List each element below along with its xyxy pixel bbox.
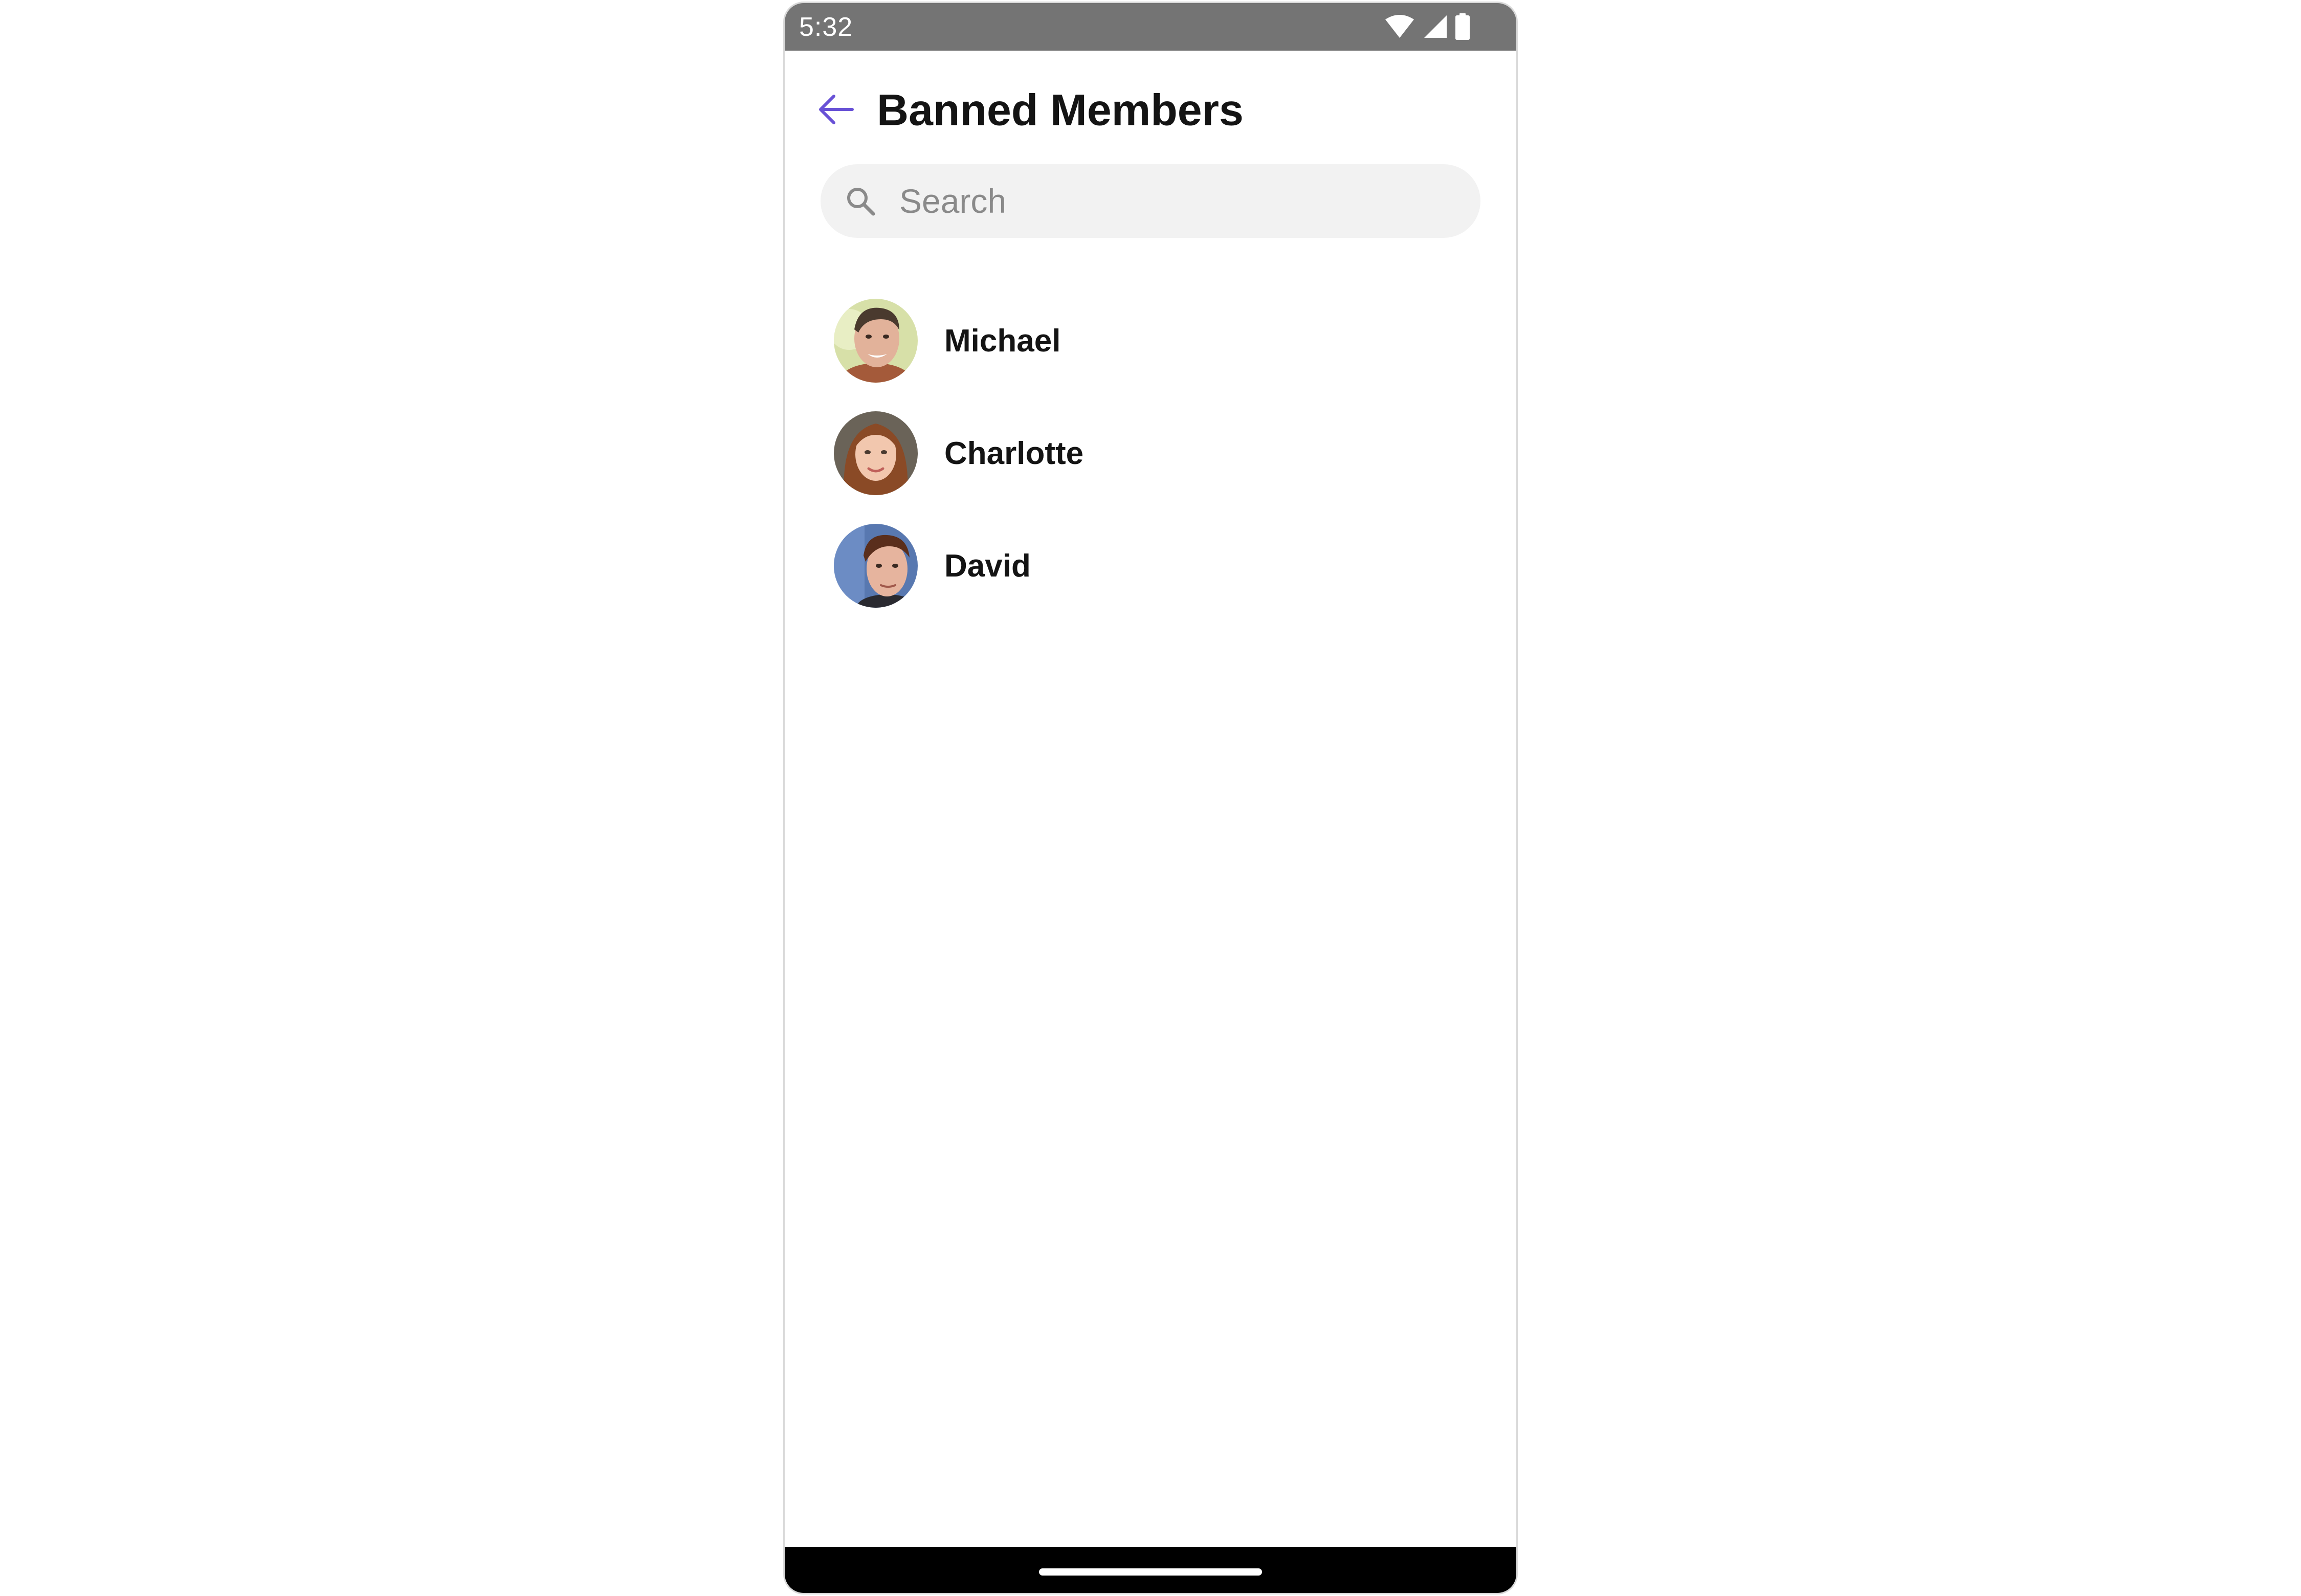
cellular-signal-icon bbox=[1422, 14, 1448, 39]
battery-icon bbox=[1455, 13, 1470, 40]
home-indicator[interactable] bbox=[1039, 1568, 1262, 1576]
member-name: David bbox=[944, 548, 1031, 584]
avatar-michael bbox=[834, 299, 918, 383]
member-name: Charlotte bbox=[944, 435, 1084, 471]
status-bar: 5:32 bbox=[785, 3, 1516, 51]
header: Banned Members bbox=[785, 80, 1516, 141]
search-icon bbox=[843, 184, 878, 218]
avatar-charlotte bbox=[834, 411, 918, 495]
page-title: Banned Members bbox=[877, 85, 1244, 135]
phone-frame: 5:32 Banned Members Search Michael Charl… bbox=[783, 2, 1518, 1594]
member-name: Michael bbox=[944, 323, 1061, 359]
status-time: 5:32 bbox=[799, 12, 853, 42]
avatar-david bbox=[834, 524, 918, 608]
member-row-charlotte[interactable]: Charlotte bbox=[785, 397, 1516, 509]
navigation-bar bbox=[785, 1547, 1516, 1593]
member-list: Michael Charlotte David bbox=[785, 284, 1516, 622]
wifi-icon bbox=[1384, 14, 1415, 39]
member-row-michael[interactable]: Michael bbox=[785, 284, 1516, 397]
search-input[interactable] bbox=[898, 181, 1412, 221]
status-icons bbox=[1384, 13, 1470, 40]
back-button[interactable] bbox=[815, 90, 856, 131]
member-row-david[interactable]: David bbox=[785, 509, 1516, 622]
arrow-left-icon bbox=[816, 90, 855, 131]
search-bar[interactable] bbox=[821, 164, 1480, 238]
